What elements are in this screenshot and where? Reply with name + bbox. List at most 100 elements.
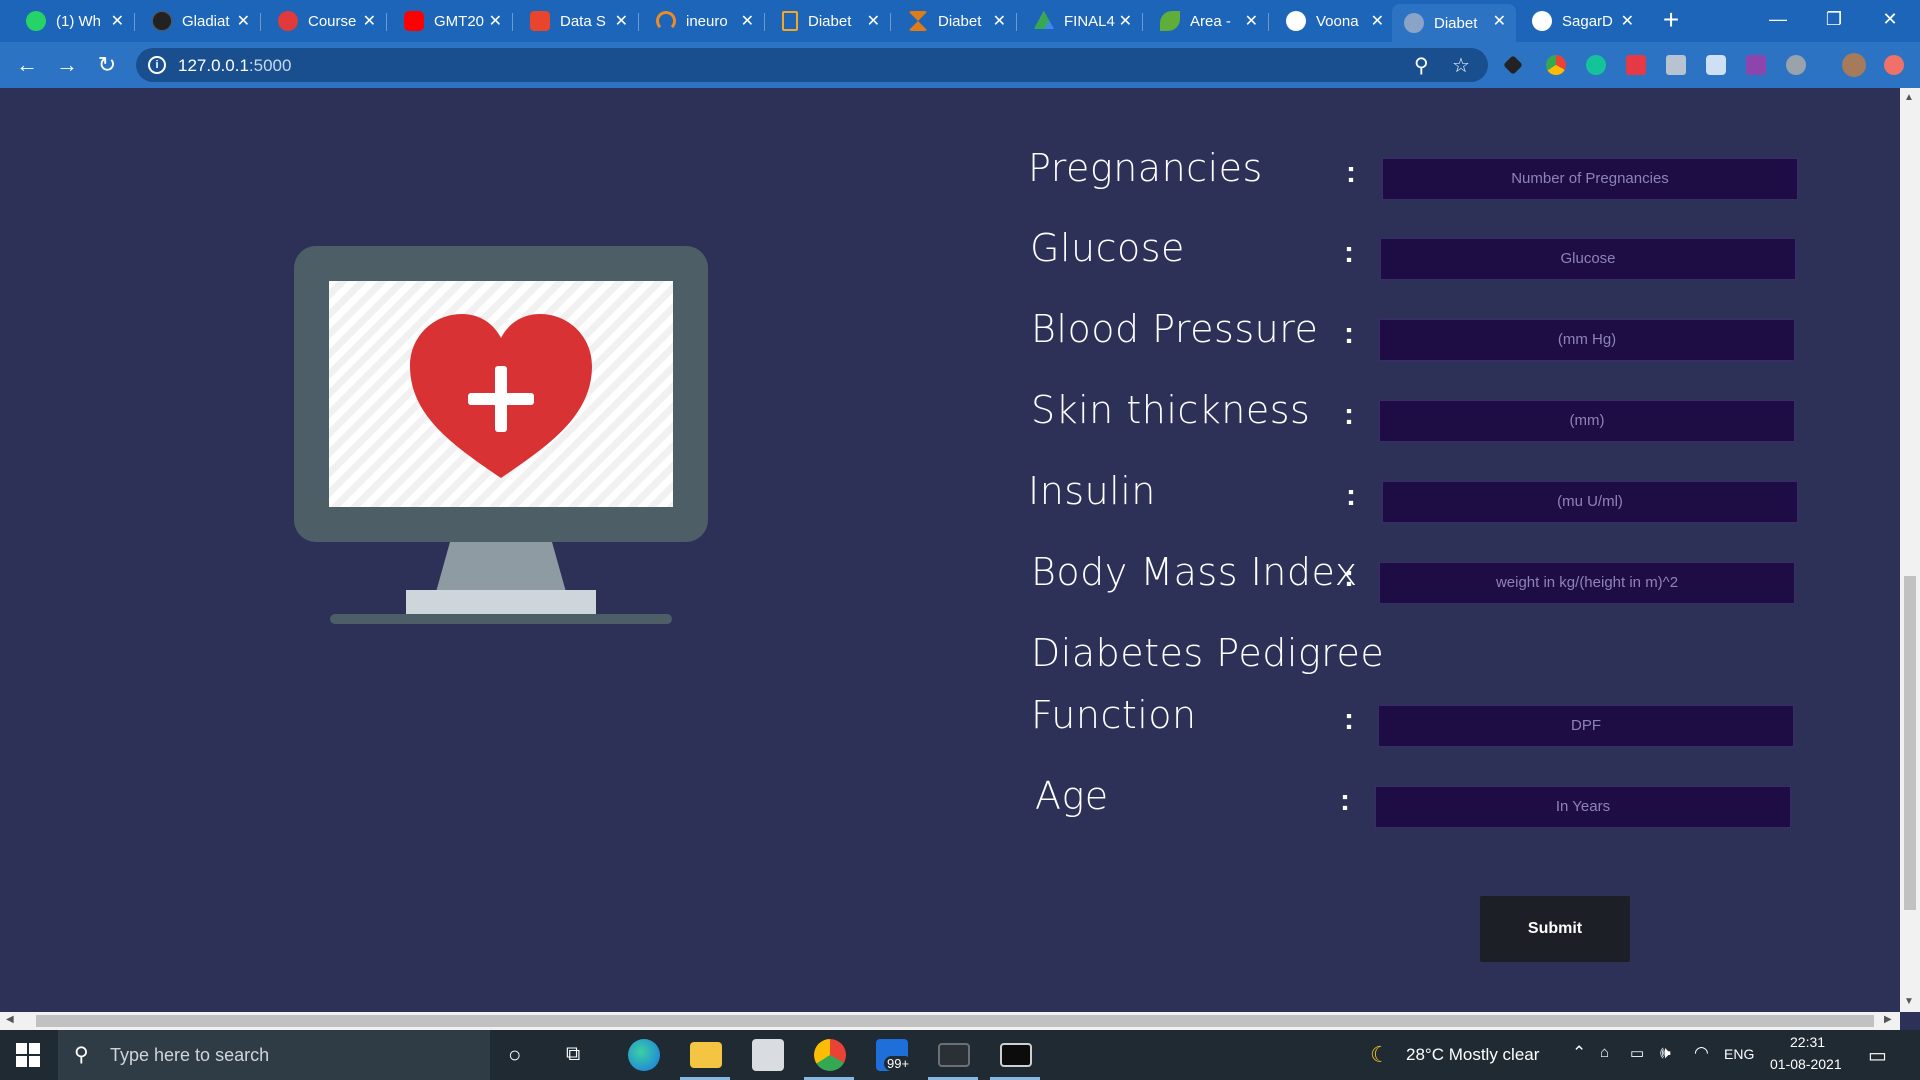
glucose-input[interactable]: Glucose: [1380, 238, 1796, 280]
skin-thickness-input[interactable]: (mm): [1379, 400, 1795, 442]
submit-button[interactable]: Submit: [1480, 896, 1630, 962]
dpf-label-line1: Diabetes Pedigree: [1031, 631, 1385, 675]
browser-toolbar: ← → ↻ i 127.0.0.1:5000 ⚲ ☆: [0, 42, 1920, 88]
close-icon[interactable]: ✕: [615, 11, 628, 31]
tab-title: Diabet: [938, 12, 982, 30]
address-bar[interactable]: i 127.0.0.1:5000 ⚲ ☆: [136, 48, 1488, 82]
taskbar-search-box[interactable]: ⚲ Type here to search: [58, 1030, 490, 1080]
pregnancies-label: Pregnancies: [1028, 146, 1263, 190]
insulin-input[interactable]: (mu U/ml): [1382, 481, 1798, 523]
windows-taskbar: ⚲ Type here to search ○ ⧉ 99+ ☾ 28°C Mos…: [0, 1030, 1920, 1080]
scrollbar-thumb[interactable]: [36, 1015, 1874, 1027]
tab[interactable]: Diabet ✕: [770, 4, 891, 38]
moon-icon[interactable]: [1786, 55, 1806, 75]
tab[interactable]: Gladiat ✕: [140, 4, 261, 38]
tab[interactable]: Course ✕: [266, 4, 387, 38]
badge-2-icon[interactable]: [1746, 55, 1766, 75]
insulin-label: Insulin: [1028, 469, 1156, 513]
close-window-button[interactable]: ✕: [1870, 4, 1910, 34]
url-text: 127.0.0.1:5000: [178, 56, 291, 76]
wifi-icon[interactable]: ◠: [1694, 1043, 1709, 1063]
close-icon[interactable]: ✕: [1245, 11, 1258, 31]
bookmark-star-icon[interactable]: ☆: [1452, 53, 1470, 78]
zoom-icon[interactable]: ⚲: [1414, 53, 1429, 78]
info-icon[interactable]: i: [148, 56, 166, 74]
close-icon[interactable]: ✕: [867, 11, 880, 31]
tab[interactable]: Voona ✕: [1274, 4, 1394, 38]
vertical-scrollbar[interactable]: ▲ ▼: [1900, 88, 1920, 1012]
tab[interactable]: Data S ✕: [518, 4, 639, 38]
close-icon[interactable]: ✕: [1621, 11, 1634, 31]
update-icon[interactable]: [1884, 55, 1904, 75]
tab[interactable]: GMT20 ✕: [392, 4, 513, 38]
close-icon[interactable]: ✕: [1493, 11, 1506, 31]
bmi-input[interactable]: weight in kg/(height in m)^2: [1379, 562, 1795, 604]
notification-icon[interactable]: ▭: [1868, 1043, 1887, 1068]
terminal-icon[interactable]: [938, 1043, 970, 1067]
tab-title: Data S: [560, 12, 606, 30]
close-icon[interactable]: ✕: [363, 11, 376, 31]
weather-moon-icon[interactable]: ☾: [1370, 1042, 1390, 1068]
windows-start-icon[interactable]: [16, 1043, 40, 1067]
minimize-button[interactable]: —: [1758, 4, 1798, 34]
bmi-label: Body Mass Index: [1031, 550, 1358, 594]
tab[interactable]: SagarD ✕: [1520, 4, 1644, 38]
task-view-icon[interactable]: ⧉: [566, 1043, 580, 1066]
volume-icon[interactable]: 🕪: [1660, 1043, 1671, 1063]
clock-time[interactable]: 22:31: [1790, 1034, 1825, 1050]
chevron-up-icon[interactable]: ⌃: [1572, 1043, 1586, 1063]
close-icon[interactable]: ✕: [111, 11, 124, 31]
age-input[interactable]: In Years: [1375, 786, 1791, 828]
scroll-left-arrow[interactable]: ◀: [6, 1014, 14, 1025]
tab-active[interactable]: Diabet ✕: [1392, 4, 1516, 42]
screen-icon[interactable]: [1706, 55, 1726, 75]
close-icon[interactable]: ✕: [237, 11, 250, 31]
tab[interactable]: (1) Wh ✕: [14, 4, 135, 38]
file-explorer-icon[interactable]: [690, 1042, 722, 1068]
restore-button[interactable]: ❐: [1814, 4, 1854, 34]
scroll-down-arrow[interactable]: ▼: [1904, 996, 1914, 1007]
edge-icon[interactable]: [628, 1039, 660, 1071]
sale-off-icon[interactable]: [1626, 55, 1646, 75]
weather-text[interactable]: 28°C Mostly clear: [1406, 1045, 1539, 1065]
new-tab-button[interactable]: +: [1656, 6, 1686, 36]
tab[interactable]: FINAL4 ✕: [1022, 4, 1143, 38]
avatar[interactable]: [1842, 53, 1866, 77]
scroll-up-arrow[interactable]: ▲: [1904, 92, 1914, 103]
blood-pressure-input[interactable]: (mm Hg): [1379, 319, 1795, 361]
cortana-icon[interactable]: ○: [508, 1042, 521, 1068]
forward-button[interactable]: →: [52, 50, 82, 80]
close-icon[interactable]: ✕: [489, 11, 502, 31]
close-icon[interactable]: ✕: [741, 11, 754, 31]
chrome-icon[interactable]: [1546, 55, 1566, 75]
tab[interactable]: Diabet ✕: [896, 4, 1017, 38]
r-icon[interactable]: [1666, 55, 1686, 75]
url-host: 127.0.0.1: [178, 56, 249, 75]
close-icon[interactable]: ✕: [1371, 11, 1384, 31]
leaf-icon: [1160, 11, 1180, 31]
pregnancies-input[interactable]: Number of Pregnancies: [1382, 158, 1798, 200]
browser-tab-strip: (1) Wh ✕ Gladiat ✕ Course ✕ GMT20 ✕ Data…: [0, 0, 1920, 42]
scrollbar-thumb[interactable]: [1904, 576, 1916, 910]
tab[interactable]: ineuro ✕: [644, 4, 765, 38]
grammarly-icon[interactable]: [1586, 55, 1606, 75]
dpf-input[interactable]: DPF: [1378, 705, 1794, 747]
language-indicator[interactable]: ENG: [1724, 1046, 1754, 1062]
close-icon[interactable]: ✕: [993, 11, 1006, 31]
search-placeholder: Type here to search: [110, 1045, 270, 1065]
tab-title: (1) Wh: [56, 12, 101, 30]
store-icon[interactable]: [752, 1039, 784, 1071]
command-prompt-icon[interactable]: [1000, 1043, 1032, 1067]
vpn-icon[interactable]: [1503, 55, 1523, 75]
clock-date[interactable]: 01-08-2021: [1770, 1056, 1842, 1072]
chrome-taskbar-icon[interactable]: [814, 1039, 846, 1071]
reload-button[interactable]: ↻: [92, 50, 122, 80]
close-icon[interactable]: ✕: [1119, 11, 1132, 31]
scroll-right-arrow[interactable]: ▶: [1884, 1014, 1892, 1025]
skin-thickness-label: Skin thickness: [1031, 388, 1311, 432]
horizontal-scrollbar[interactable]: ◀ ▶: [0, 1012, 1900, 1030]
battery-icon[interactable]: ▭: [1630, 1044, 1644, 1062]
tab[interactable]: Area - ✕: [1148, 4, 1269, 38]
network-device-icon[interactable]: ⌂: [1600, 1044, 1609, 1061]
back-button[interactable]: ←: [12, 50, 42, 80]
